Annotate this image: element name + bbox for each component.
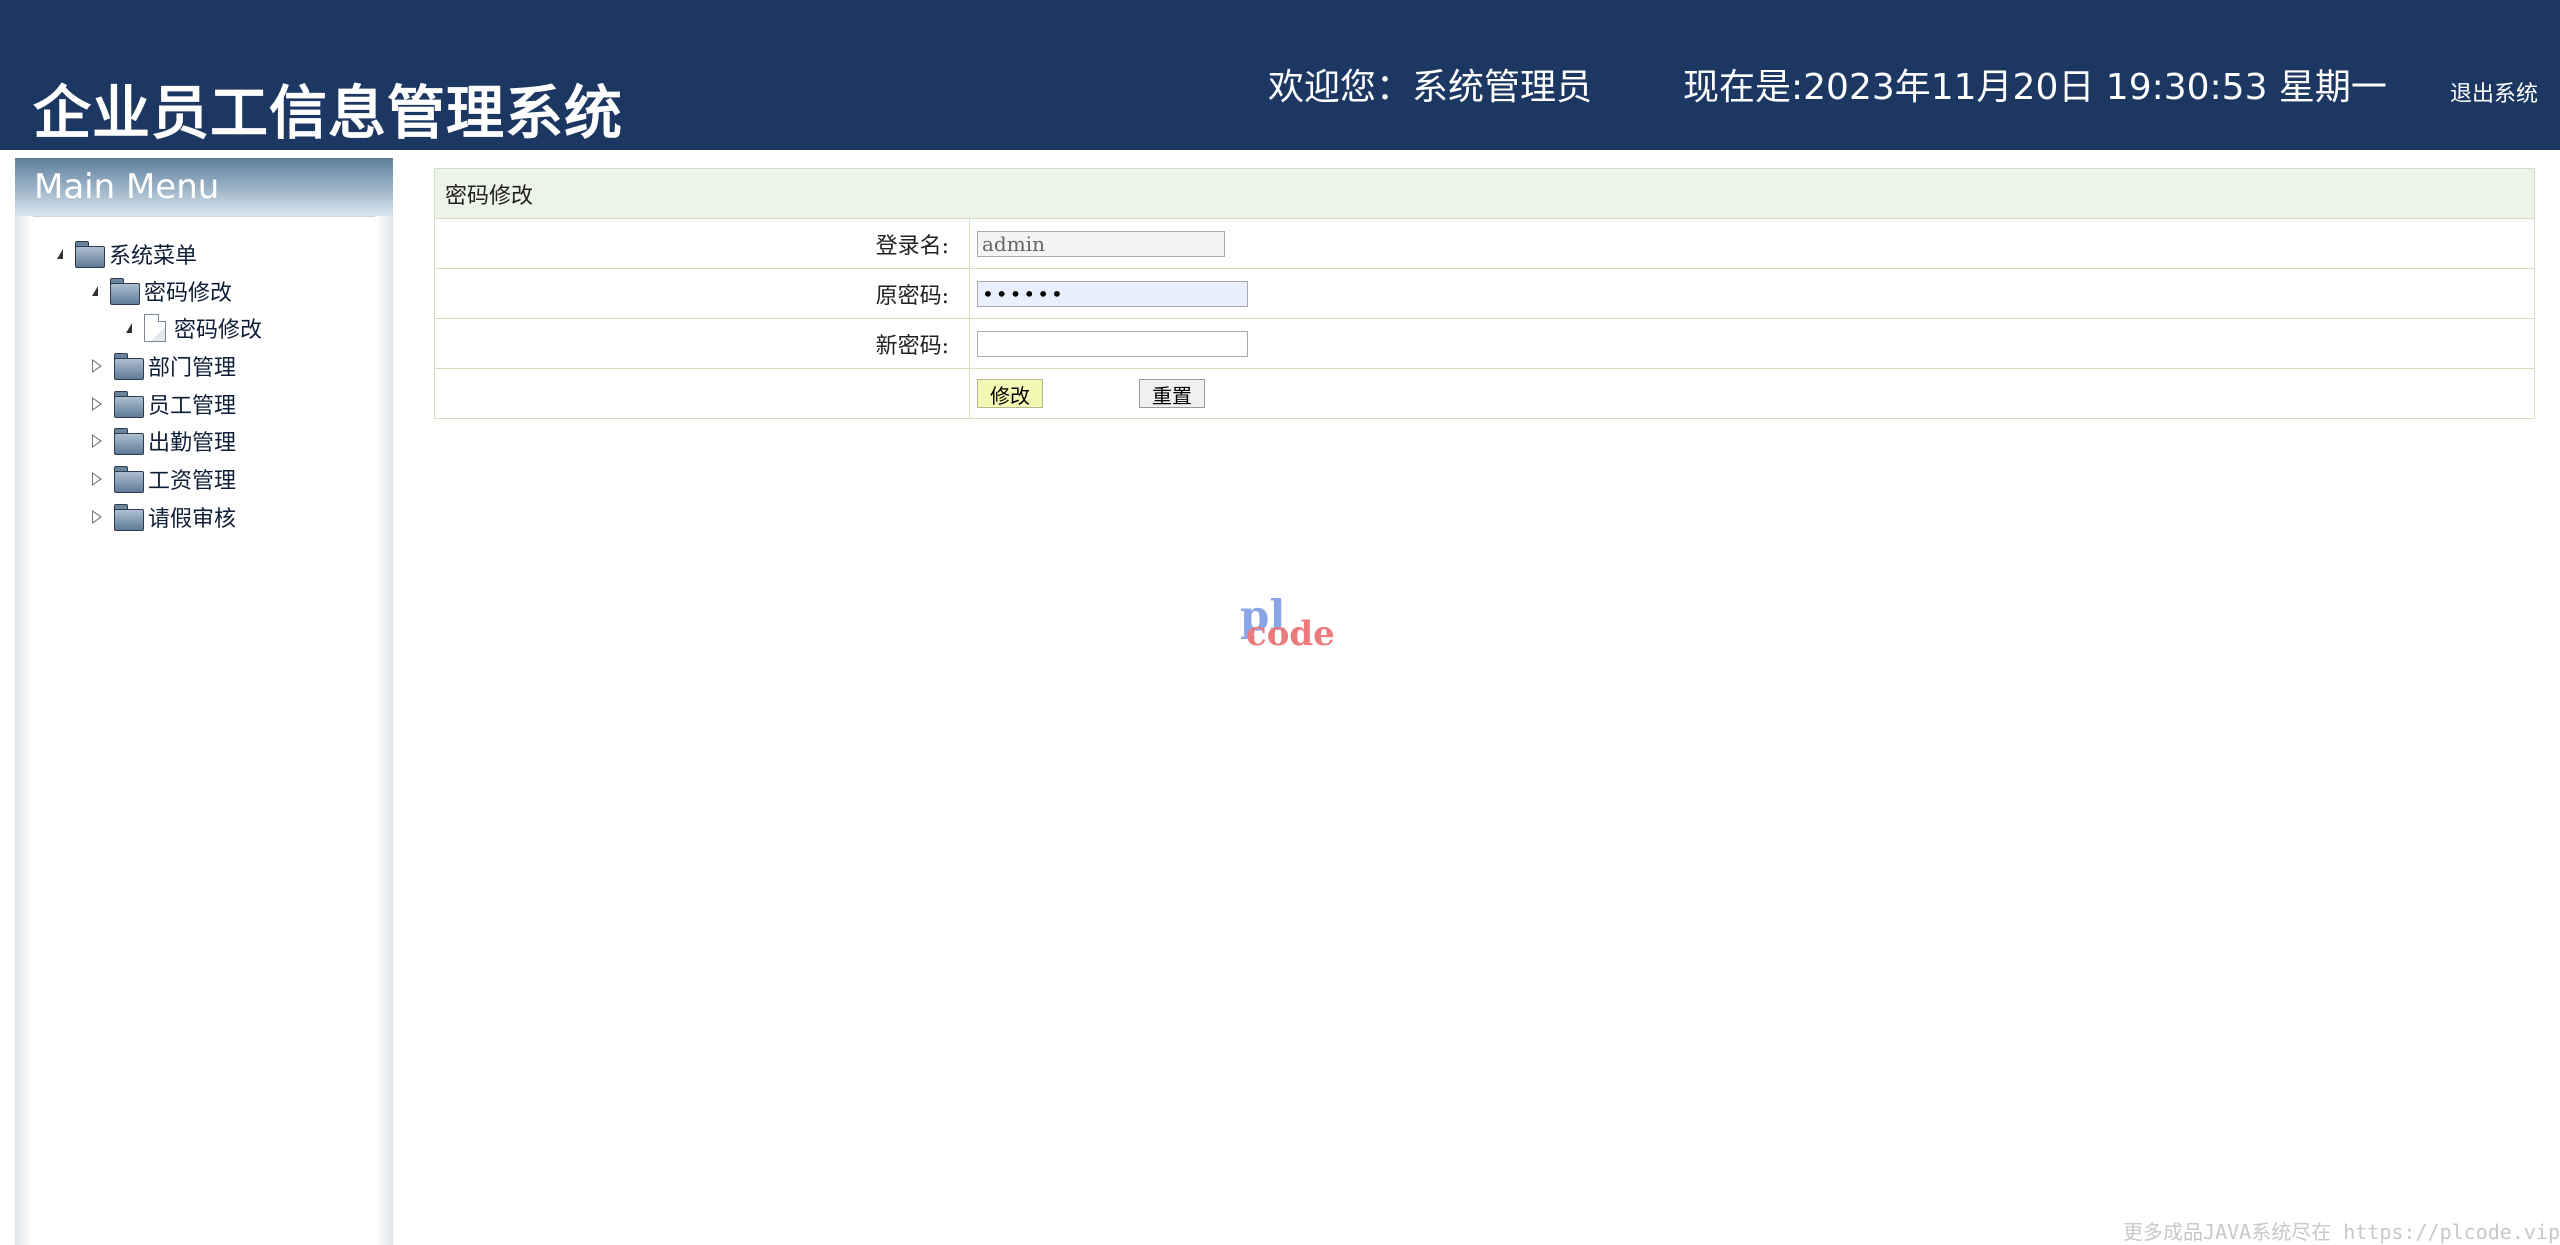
tree-node-label: 工资管理 [148, 469, 237, 494]
tree-node-root[interactable]: 系统菜单 [57, 236, 197, 272]
expanded-arrow-icon[interactable] [92, 286, 98, 296]
sidebar-title: Main Menu [15, 158, 393, 216]
tree-node-label: 部门管理 [148, 356, 237, 381]
tree-node-department[interactable]: 部门管理 [92, 348, 236, 384]
form-heading: 密码修改 [434, 168, 2535, 219]
tree-node-label: 请假审核 [148, 507, 237, 532]
actions-label-cell [434, 368, 970, 419]
tree-node-password-change[interactable]: 密码修改 [126, 310, 262, 346]
folder-icon [114, 391, 144, 418]
tree-node-label: 出勤管理 [148, 431, 237, 456]
login-name-cell [969, 218, 2535, 269]
welcome-text: 欢迎您：系统管理员 [1268, 67, 1593, 108]
old-password-label: 原密码: [434, 268, 970, 319]
old-password-input[interactable] [977, 280, 1248, 307]
login-name-input[interactable] [977, 230, 1225, 257]
folder-icon [110, 278, 140, 305]
new-password-label: 新密码: [434, 318, 970, 369]
top-header: 企业员工信息管理系统 欢迎您：系统管理员 现在是:2023年11月20日 19:… [0, 0, 2560, 150]
submit-button[interactable]: 修改 [977, 378, 1043, 408]
tree-node-label: 密码修改 [144, 281, 233, 306]
logo-text-bottom: code [1246, 614, 1335, 654]
new-password-cell [969, 318, 2535, 369]
collapsed-arrow-icon[interactable] [92, 397, 102, 411]
tree-node-label: 系统菜单 [109, 244, 198, 269]
login-name-label: 登录名: [434, 218, 970, 269]
expanded-arrow-icon[interactable] [57, 249, 63, 259]
collapsed-arrow-icon[interactable] [92, 434, 102, 448]
app-title: 企业员工信息管理系统 [33, 79, 624, 147]
tree-node-salary[interactable]: 工资管理 [92, 461, 236, 497]
plcode-logo: pl code [1240, 595, 1340, 655]
folder-icon [114, 466, 144, 493]
sidebar: Main Menu 系统菜单 密码修改 密码修改 部门管理 员工管理 出勤管理 … [15, 158, 393, 1245]
folder-icon [114, 353, 144, 380]
tree-node-attendance[interactable]: 出勤管理 [92, 423, 236, 459]
collapsed-arrow-icon[interactable] [92, 359, 102, 373]
collapsed-arrow-icon[interactable] [92, 510, 102, 524]
reset-button[interactable]: 重置 [1139, 378, 1205, 408]
logout-link[interactable]: 退出系统 [2450, 84, 2538, 106]
tree-node-password-group[interactable]: 密码修改 [92, 273, 232, 309]
expanded-arrow-icon[interactable] [126, 323, 132, 333]
folder-icon [114, 504, 144, 531]
new-password-input[interactable] [977, 330, 1248, 357]
current-datetime: 现在是:2023年11月20日 19:30:53 星期一 [1683, 67, 2387, 108]
tree-node-leave[interactable]: 请假审核 [92, 499, 236, 535]
old-password-cell [969, 268, 2535, 319]
sidebar-divider [33, 216, 375, 217]
collapsed-arrow-icon[interactable] [92, 472, 102, 486]
folder-icon [75, 241, 105, 268]
tree-node-label: 密码修改 [174, 318, 263, 343]
tree-node-label: 员工管理 [148, 394, 237, 419]
folder-icon [114, 428, 144, 455]
password-form: 密码修改 登录名: 原密码: 新密码: 修改 重置 [434, 168, 2535, 419]
tree-node-employee[interactable]: 员工管理 [92, 386, 236, 422]
footer-watermark: 更多成品JAVA系统尽在 https://plcode.vip [2123, 1220, 2560, 1244]
actions-cell: 修改 重置 [969, 368, 2535, 419]
document-icon [144, 314, 166, 342]
